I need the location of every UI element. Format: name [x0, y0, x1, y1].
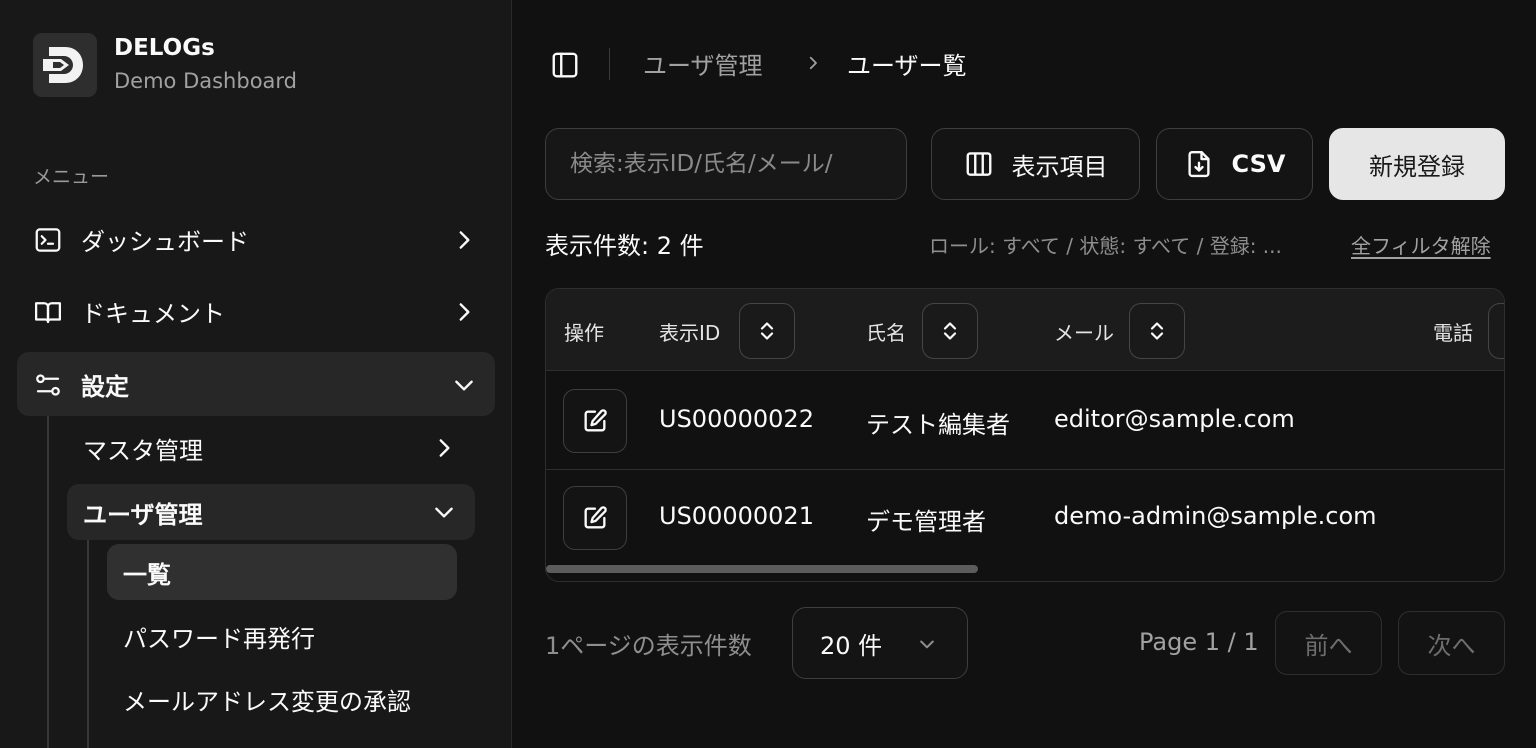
tree-line	[87, 540, 89, 748]
sidebar-item-label: 設定	[81, 372, 129, 401]
column-header-email: メール	[1054, 321, 1114, 345]
cell-display-id: US00000022	[659, 405, 814, 433]
active-filters-summary: ロール: すべて / 状態: すべて / 登録: ...	[929, 234, 1282, 258]
csv-button-label: CSV	[1231, 150, 1286, 178]
horizontal-scrollbar[interactable]	[546, 565, 978, 573]
main-content: ユーザ管理 ユーザー覧 表示項目 CSV 新規登録 表示件数: 2 件 ロール:…	[513, 0, 1536, 748]
sidebar-item-label: マスタ管理	[83, 436, 203, 465]
per-page-select[interactable]: 20 件	[792, 607, 968, 679]
sidebar-item-password-reissue[interactable]: パスワード再発行	[107, 608, 457, 664]
column-header-phone: 電話	[1433, 321, 1473, 345]
edit-icon	[584, 506, 607, 529]
next-page-button[interactable]: 次へ	[1398, 611, 1505, 675]
sort-email-button[interactable]	[1129, 303, 1185, 359]
sidebar-item-documents[interactable]: ドキュメント	[17, 279, 495, 343]
terminal-icon	[33, 225, 63, 255]
cell-email: editor@sample.com	[1054, 405, 1295, 433]
chevron-right-icon	[451, 227, 477, 253]
chevron-down-icon	[431, 499, 457, 525]
brand[interactable]: DELOGs Demo Dashboard	[33, 32, 297, 98]
sidebar-item-label: ユーザ管理	[83, 500, 203, 529]
result-count: 表示件数: 2 件	[545, 232, 704, 260]
search-input[interactable]	[545, 128, 907, 200]
sidebar-item-label: ドキュメント	[81, 299, 225, 328]
per-page-value: 20 件	[820, 631, 883, 660]
breadcrumb-separator-icon	[804, 54, 822, 72]
file-download-icon	[1184, 149, 1214, 179]
prev-page-button[interactable]: 前へ	[1275, 611, 1382, 675]
per-page-label: 1ページの表示件数	[545, 632, 752, 660]
chevron-right-icon	[451, 299, 477, 325]
sidebar-item-dashboard[interactable]: ダッシュボード	[17, 207, 495, 271]
sidebar-item-label: ダッシュボード	[81, 227, 249, 256]
cell-display-id: US00000021	[659, 502, 814, 530]
tree-line	[47, 416, 49, 748]
edit-button[interactable]	[563, 486, 627, 550]
cell-name: デモ管理者	[866, 508, 986, 536]
sidebar-item-user-list[interactable]: 一覧	[107, 544, 457, 600]
page-info: Page 1 / 1	[1139, 628, 1259, 656]
sidebar-item-label: パスワード再発行	[123, 624, 315, 653]
sort-icon	[943, 322, 957, 340]
clear-filters-link[interactable]: 全フィルタ解除	[1351, 230, 1491, 259]
settings-sliders-icon	[33, 370, 63, 400]
book-icon	[33, 297, 63, 327]
sort-icon	[1150, 322, 1164, 340]
table-header: 操作 表示ID 氏名 メール 電話	[546, 289, 1504, 371]
breadcrumb-parent[interactable]: ユーザ管理	[643, 46, 763, 81]
chevron-right-icon	[431, 435, 457, 461]
columns-button[interactable]: 表示項目	[931, 128, 1140, 200]
menu-section-label: メニュー	[33, 166, 110, 188]
brand-subtitle: Demo Dashboard	[114, 69, 298, 93]
column-header-display-id: 表示ID	[659, 321, 721, 345]
brand-title: DELOGs	[114, 35, 215, 61]
sidebar-item-settings[interactable]: 設定	[17, 352, 495, 416]
table-row: US00000021 デモ管理者 demo-admin@sample.com	[546, 469, 1504, 567]
sidebar-item-label: 一覧	[123, 560, 171, 589]
chevron-down-icon	[451, 372, 477, 398]
cell-email: demo-admin@sample.com	[1054, 502, 1377, 530]
sort-phone-button[interactable]	[1488, 303, 1504, 359]
new-registration-button[interactable]: 新規登録	[1329, 128, 1505, 200]
header-divider	[609, 48, 610, 80]
csv-export-button[interactable]: CSV	[1156, 128, 1313, 200]
sidebar-item-email-change-approval[interactable]: メールアドレス変更の承認	[107, 671, 457, 727]
user-table: 操作 表示ID 氏名 メール 電話 US00000022 テスト編集者 edit…	[545, 288, 1505, 582]
sort-name-button[interactable]	[922, 303, 978, 359]
sidebar-item-label: メールアドレス変更の承認	[123, 687, 411, 716]
cell-name: テスト編集者	[866, 411, 1010, 439]
columns-button-label: 表示項目	[1011, 152, 1108, 181]
column-header-actions: 操作	[564, 321, 604, 345]
sidebar: DELOGs Demo Dashboard メニュー ダッシュボード ドキュメン…	[0, 0, 512, 748]
sidebar-item-master[interactable]: マスタ管理	[67, 420, 475, 476]
sidebar-toggle-icon[interactable]	[550, 50, 580, 80]
column-header-name: 氏名	[866, 321, 906, 345]
delogs-logo-icon	[33, 33, 97, 97]
edit-icon	[584, 409, 607, 432]
sort-icon	[760, 322, 774, 340]
columns-icon	[964, 149, 994, 179]
breadcrumb-current: ユーザー覧	[847, 52, 967, 80]
table-row: US00000022 テスト編集者 editor@sample.com	[546, 372, 1504, 470]
edit-button[interactable]	[563, 389, 627, 453]
chevron-down-icon	[917, 634, 937, 654]
sort-display-id-button[interactable]	[739, 303, 795, 359]
sidebar-item-user-management[interactable]: ユーザ管理	[67, 484, 475, 540]
